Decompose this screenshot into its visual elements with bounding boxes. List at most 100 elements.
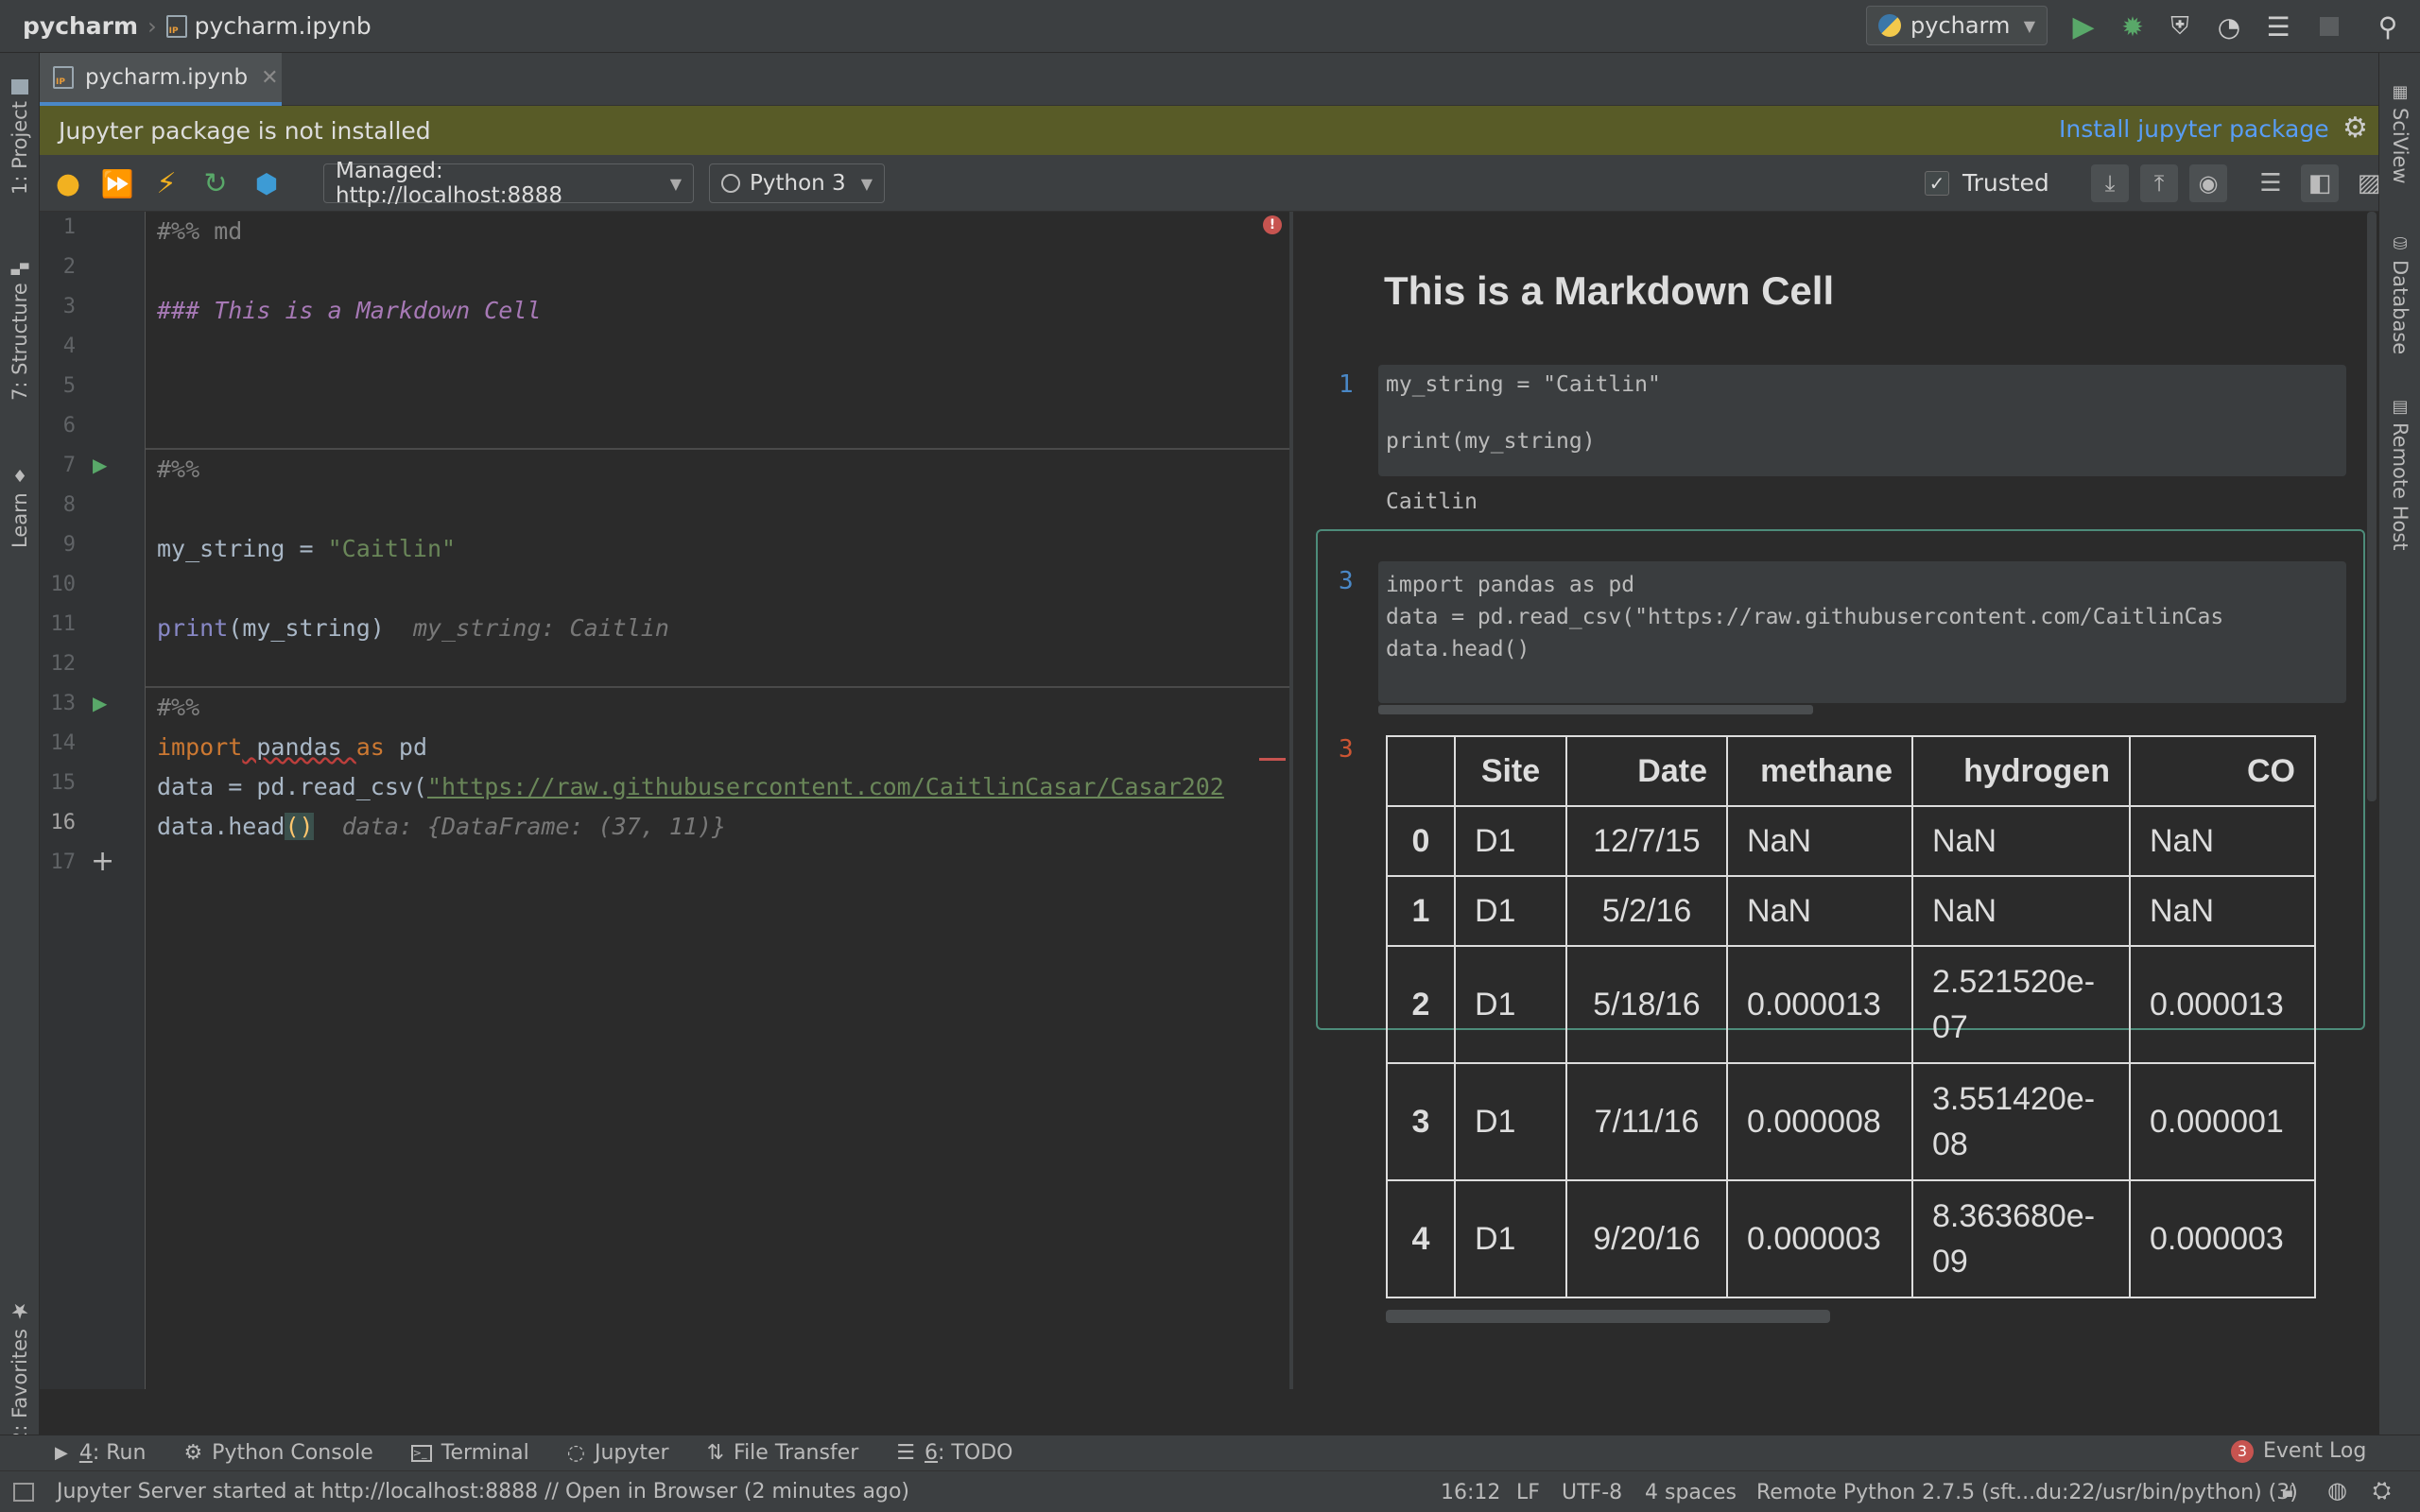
toggle-tool-windows-icon[interactable]	[13, 1482, 34, 1502]
editor-and-preview-icon[interactable]: ◧	[2301, 164, 2339, 202]
tool-tab-project[interactable]: 1: Project	[0, 66, 40, 208]
jupyter-server-label: Managed: http://localhost:8888	[336, 159, 562, 208]
run-cell-icon[interactable]: ▶	[93, 692, 107, 714]
run-icon[interactable]: ▶	[2065, 8, 2102, 45]
code-token: data = pd.read_csv(	[157, 773, 427, 800]
code-line-15: data = pd.read_csv("https://raw.githubus…	[157, 773, 1224, 800]
status-message[interactable]: Jupyter Server started at http://localho…	[57, 1480, 909, 1503]
table-header-cell: Site	[1454, 735, 1567, 807]
table-index-cell: 4	[1386, 1179, 1456, 1298]
tool-window-file-transfer[interactable]: ⇅ File Transfer	[707, 1441, 859, 1465]
tool-tab-learn-label: Learn	[9, 492, 31, 548]
tool-tab-structure-label: 7: Structure	[9, 282, 31, 401]
code-token: "https://raw.githubusercontent.com/Caitl…	[426, 773, 1224, 800]
tool-window-python-console[interactable]: ⚙ Python Console	[183, 1441, 372, 1465]
table-header-cell: CO	[2129, 735, 2316, 807]
jupyter-server-dropdown[interactable]: Managed: http://localhost:8888 ▼	[323, 159, 694, 208]
table-cell: NaN	[1911, 875, 2131, 947]
table-horizontal-scrollbar[interactable]	[1386, 1310, 1830, 1323]
run-with-coverage-icon[interactable]: ⛨	[2161, 8, 2199, 45]
breadcrumb-file[interactable]: pycharm.ipynb	[195, 12, 372, 40]
preview-vertical-scrollbar[interactable]	[2367, 212, 2377, 801]
code-token: (my_string)	[228, 614, 385, 642]
tool-window-label: Terminal	[441, 1441, 529, 1465]
run-cell-icon[interactable]: ▶	[93, 454, 107, 476]
tool-window-terminal[interactable]: >_ Terminal	[410, 1441, 529, 1465]
restart-kernel-icon[interactable]: ↻	[197, 164, 234, 202]
run-configuration-dropdown[interactable]: pycharm ▼	[1866, 6, 2048, 45]
inspector-icon[interactable]: ◍	[2327, 1477, 2347, 1503]
event-log-button[interactable]: 3 Event Log	[2231, 1439, 2366, 1463]
preview-code-line: print(my_string)	[1386, 429, 1596, 454]
lightbulb-icon[interactable]: ●	[49, 164, 87, 202]
line-number: 9	[62, 533, 76, 557]
breadcrumb-project[interactable]: pycharm	[23, 12, 138, 40]
tool-window-label: : TODO	[938, 1441, 1013, 1465]
dataframe-table: Site Date methane hydrogen CO 0 D1 12/7/15 NaN N…	[1386, 735, 2316, 1298]
open-in-browser-icon[interactable]: ⬢	[248, 164, 285, 202]
code-editor[interactable]: #%% md ### This is a Markdown Cell #%% m…	[146, 212, 1289, 1389]
code-line-16: data.head() data: {DataFrame: (37, 11)}	[157, 813, 726, 840]
scroll-up-sync-icon[interactable]: ⤒	[2140, 164, 2178, 202]
run-concurrency-icon[interactable]: ☰	[2259, 8, 2297, 45]
line-number: 1	[62, 215, 76, 239]
tool-tab-remote-host[interactable]: ▤ Remote Host	[2379, 384, 2420, 563]
code-line-9: my_string = "Caitlin"	[157, 535, 456, 562]
tool-window-jupyter[interactable]: ◌ Jupyter	[567, 1441, 669, 1465]
trusted-checkbox[interactable]: ✓	[1925, 171, 1949, 196]
tool-tab-learn[interactable]: Learn ♦	[0, 450, 40, 563]
close-tab-icon[interactable]: ✕	[261, 66, 278, 90]
right-tool-stripe: ▦ SciView ⛁ Database ▤ Remote Host	[2378, 53, 2420, 1435]
code-line-13: #%%	[157, 694, 200, 721]
inline-value-hint: data: {DataFrame: (37, 11)}	[341, 813, 727, 840]
status-bar: Jupyter Server started at http://localho…	[0, 1470, 2420, 1512]
code-cell-2[interactable]: import pandas as pd data = pd.read_csv("h…	[1378, 561, 2346, 703]
editor-only-icon[interactable]: ☰	[2252, 164, 2290, 202]
line-number: 4	[62, 335, 76, 358]
table-index-cell: 3	[1386, 1062, 1456, 1181]
preview-only-icon[interactable]: ▨	[2350, 164, 2388, 202]
table-cell: 0.000013	[2129, 945, 2316, 1064]
memory-indicator-icon[interactable]: ⛭	[2373, 1477, 2391, 1503]
python-console-icon: ⚙	[183, 1441, 203, 1465]
caret-position[interactable]: 16:12	[1441, 1481, 1500, 1504]
chevron-down-icon: ▼	[669, 174, 682, 193]
line-separator[interactable]: LF	[1516, 1481, 1540, 1504]
line-number: 3	[62, 295, 76, 318]
tool-window-todo[interactable]: ☰ 6: TODO	[896, 1441, 1012, 1465]
lock-icon[interactable]: 🔓︎	[2282, 1479, 2295, 1503]
code-cell-1[interactable]: my_string = "Caitlin" print(my_string)	[1378, 365, 2346, 476]
debug-icon[interactable]: ✹	[2114, 8, 2152, 45]
python-interpreter[interactable]: Remote Python 2.7.5 (sft...du:22/usr/bin…	[1756, 1481, 2298, 1504]
run-all-icon[interactable]: ⏩	[98, 164, 136, 202]
preview-eye-icon[interactable]: ◉	[2189, 164, 2227, 202]
scroll-down-sync-icon[interactable]: ⤓	[2091, 164, 2129, 202]
code-token: my_string =	[157, 535, 328, 562]
editor-tab-label: pycharm.ipynb	[85, 65, 249, 90]
error-stripe-mark[interactable]	[1259, 758, 1286, 761]
indent-setting[interactable]: 4 spaces	[1645, 1481, 1737, 1504]
code-line-1: #%% md	[157, 217, 243, 245]
install-jupyter-link[interactable]: Install jupyter package	[2059, 115, 2329, 143]
stop-icon[interactable]	[2310, 8, 2348, 45]
line-number: 7	[62, 454, 76, 477]
dataframe-output: Site Date methane hydrogen CO 0 D1 12/7/15 NaN N…	[1386, 735, 2316, 1298]
table-cell: 0.000001	[2129, 1062, 2316, 1181]
line-number: 11	[50, 612, 77, 636]
tool-tab-structure[interactable]: 7: Structure ▚	[0, 232, 40, 431]
line-number: 2	[62, 255, 76, 279]
profile-icon[interactable]: ◔	[2210, 8, 2248, 45]
table-row: 1 D1 5/2/16 NaN NaN NaN	[1386, 875, 2316, 947]
error-indicator-icon[interactable]: !	[1263, 215, 1282, 234]
code-cell-scrollbar[interactable]	[1378, 705, 1813, 714]
tool-tab-database[interactable]: ⛁ Database	[2379, 219, 2420, 370]
file-encoding[interactable]: UTF-8	[1562, 1481, 1622, 1504]
python-logo-icon	[1878, 14, 1901, 37]
search-everywhere-icon[interactable]: ⚲	[2369, 8, 2407, 45]
interrupt-kernel-icon[interactable]: ⚡	[147, 164, 185, 202]
kernel-dropdown[interactable]: Python 3 ▼	[709, 163, 885, 203]
editor-tab-pycharm-ipynb[interactable]: IP pycharm.ipynb ✕	[40, 53, 282, 106]
add-cell-icon[interactable]: +	[91, 845, 114, 878]
tool-window-run[interactable]: ▶ 4: Run	[55, 1441, 146, 1465]
gear-icon[interactable]: ⚙	[2342, 112, 2368, 145]
